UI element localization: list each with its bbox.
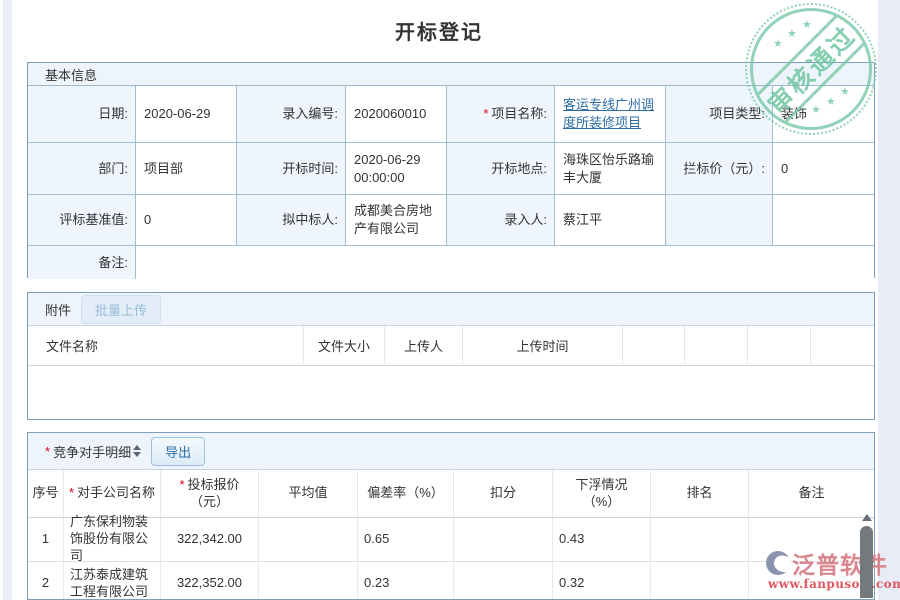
field-value-recorder: 蔡江平 [555,195,666,246]
field-value-project-name: 客运专线广州调度所装修项目 [555,86,666,143]
cell-seq: 2 [28,562,64,600]
sort-down-icon [133,452,141,457]
col-empty [748,326,811,366]
field-label-project-type: 项目类型: [666,86,773,143]
field-label-open-place: 开标地点: [447,143,555,195]
cell-average [259,562,358,600]
col-deduction: 扣分 [454,470,553,518]
cell-seq: 1 [28,518,64,562]
col-empty [623,326,685,366]
competitors-header: * 竞争对手明细 导出 [28,433,874,470]
competitor-row: 1 广东保利物装饰股份有限公司 322,342.00 0.65 0.43 [28,518,874,562]
cell-float-down: 0.32 [553,562,651,600]
field-value-department: 项目部 [136,143,237,195]
right-edge-strip [878,0,900,600]
cell-deviation: 0.23 [358,562,454,600]
field-label-remark: 备注: [28,246,136,279]
project-name-link[interactable]: 客运专线广州调度所装修项目 [563,96,657,131]
page-title: 开标登记 [0,16,878,45]
export-button[interactable]: 导出 [151,437,205,466]
field-value-entry-no: 2020060010 [346,86,447,143]
field-label-ceiling-price: 拦标价（元）: [666,143,773,195]
competitors-title: 竞争对手明细 [53,442,131,461]
competitors-section: * 竞争对手明细 导出 序号 *对手公司名称 *投标报价 （元） 平均值 [27,432,875,600]
col-empty [685,326,748,366]
col-file-name: 文件名称 [28,326,304,366]
required-mark: * [483,105,488,123]
field-value-empty [773,195,874,246]
attachments-header: 附件 批量上传 [28,293,874,326]
basic-info-title: 基本信息 [45,65,97,84]
col-uploader: 上传人 [385,326,463,366]
cell-company: 广东保利物装饰股份有限公司 [64,518,161,562]
fanpu-logo-icon [766,551,790,575]
cell-company: 江苏泰成建筑工程有限公司 [64,562,161,600]
field-value-proposed-winner: 成都美合房地产有限公司 [346,195,447,246]
field-value-date: 2020-06-29 [136,86,237,143]
sort-toggle[interactable] [133,445,141,457]
attachments-table-header: 文件名称 文件大小 上传人 上传时间 [28,326,874,366]
cell-deviation: 0.65 [358,518,454,562]
basic-info-section: 基本信息 日期: 2020-06-29 录入编号: 2020060010 * 项… [27,62,875,278]
page: 开标登记 审核通过 ★ ★ ★ ★ ★ ★ 基本信息 日期: 2020-06-2… [0,0,900,600]
col-deviation: 偏差率（%） [358,470,454,518]
basic-info-grid: 日期: 2020-06-29 录入编号: 2020060010 * 项目名称: … [28,86,874,279]
basic-info-header: 基本信息 [28,63,874,86]
competitors-table-header: 序号 *对手公司名称 *投标报价 （元） 平均值 偏差率（%） 扣分 下浮情况 … [28,470,874,518]
col-float-down: 下浮情况 （%） [553,470,651,518]
field-value-project-type: 装饰 [773,86,874,143]
cell-average [259,518,358,562]
field-label-open-time: 开标时间: [237,143,346,195]
field-label-text: 项目名称: [491,105,547,123]
cell-bid-price: 322,352.00 [161,562,259,600]
table-scrollbar[interactable] [859,512,874,600]
field-label-empty [666,195,773,246]
field-value-open-place: 海珠区怡乐路瑜丰大厦 [555,143,666,195]
col-empty [811,326,874,366]
batch-upload-button[interactable]: 批量上传 [81,295,161,324]
col-remark: 备注 [749,470,874,518]
field-label-department: 部门: [28,143,136,195]
field-label-project-name: * 项目名称: [447,86,555,143]
col-upload-time: 上传时间 [463,326,623,366]
col-average: 平均值 [259,470,358,518]
scroll-up-icon[interactable] [862,514,872,521]
cell-deduction [454,518,553,562]
cell-rank [651,518,749,562]
field-label-proposed-winner: 拟中标人: [237,195,346,246]
required-mark: * [69,485,74,502]
field-value-open-time: 2020-06-29 00:00:00 [346,143,447,195]
required-mark: * [45,444,50,459]
field-value-benchmark: 0 [136,195,237,246]
field-label-date: 日期: [28,86,136,143]
cell-deduction [454,562,553,600]
cell-float-down: 0.43 [553,518,651,562]
field-label-recorder: 录入人: [447,195,555,246]
field-value-ceiling-price: 0 [773,143,874,195]
field-label-benchmark: 评标基准值: [28,195,136,246]
competitor-row: 2 江苏泰成建筑工程有限公司 322,352.00 0.23 0.32 [28,562,874,600]
attachments-title: 附件 [45,300,71,319]
required-mark: * [179,477,184,494]
cell-rank [651,562,749,600]
col-company: *对手公司名称 [64,470,161,518]
attachments-section: 附件 批量上传 文件名称 文件大小 上传人 上传时间 [27,292,875,420]
left-edge-strip [3,0,12,600]
field-value-remark [136,246,874,279]
attachments-empty-body [28,366,874,419]
col-seq: 序号 [28,470,64,518]
sort-up-icon [133,445,141,450]
col-bid-price: *投标报价 （元） [161,470,259,518]
col-file-size: 文件大小 [304,326,385,366]
col-rank: 排名 [651,470,749,518]
scrollbar-thumb[interactable] [860,526,873,598]
field-label-entry-no: 录入编号: [237,86,346,143]
cell-bid-price: 322,342.00 [161,518,259,562]
